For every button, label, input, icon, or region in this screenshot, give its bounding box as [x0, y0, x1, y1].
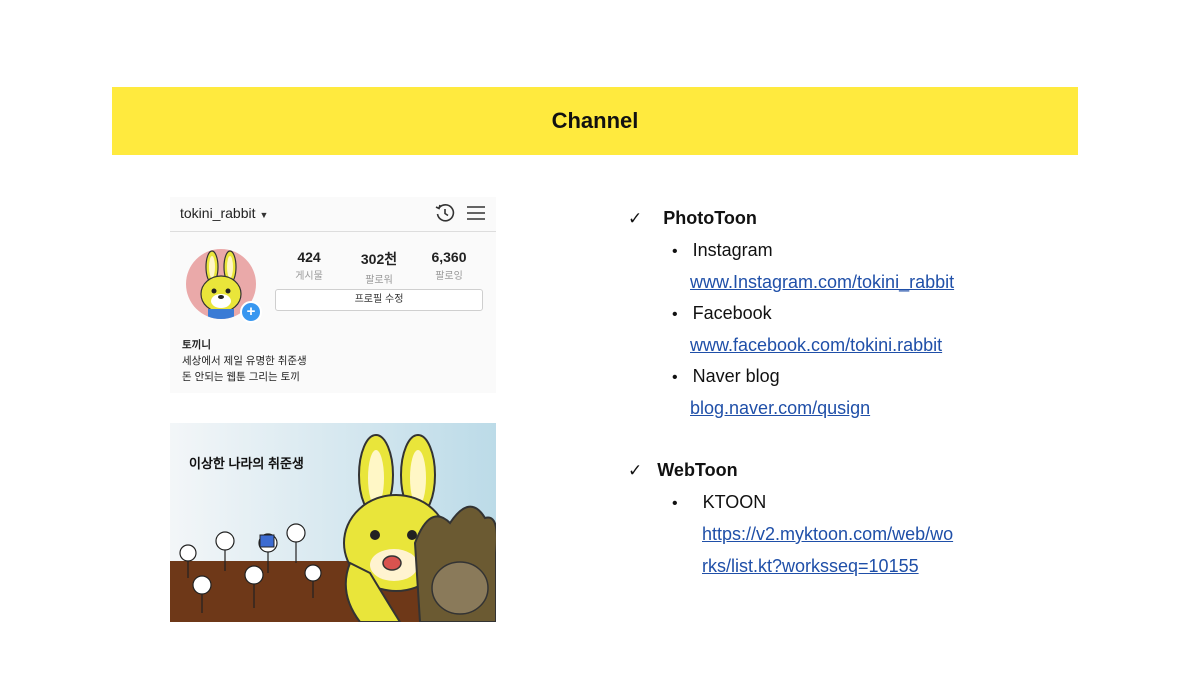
edit-profile-button[interactable]: 프로필 수정	[275, 289, 483, 311]
webtoon-heading: WebToon	[657, 460, 738, 480]
history-icon[interactable]	[434, 202, 456, 224]
facebook-label: Facebook	[692, 303, 772, 323]
bullet-icon: •	[672, 306, 678, 323]
webtoon-cover-image: 이상한 나라의 취준생	[170, 423, 496, 622]
bullet-icon: •	[672, 369, 678, 386]
phototoon-heading: PhotoToon	[663, 208, 757, 228]
list-item-facebook: • Facebook	[672, 303, 772, 324]
ktoon-label: KTOON	[702, 492, 767, 512]
following-stat[interactable]: 6,360 팔로잉	[414, 249, 484, 282]
bio-line-2: 돈 안되는 웹툰 그리는 토끼	[182, 371, 300, 383]
list-item-naver-blog: • Naver blog	[672, 366, 780, 387]
followers-count: 302천	[360, 251, 398, 267]
comic-title: 이상한 나라의 취준생	[189, 456, 304, 471]
check-icon: ✓	[628, 209, 643, 229]
bullet-icon: •	[672, 243, 678, 260]
facebook-link[interactable]: www.facebook.com/tokini.rabbit	[690, 335, 942, 356]
profile-bio: 토끼니 세상에서 제일 유명한 취준생 돈 안되는 웹툰 그리는 토끼	[182, 337, 307, 385]
ktoon-link-line-1[interactable]: https://v2.myktoon.com/web/wo	[702, 524, 953, 545]
chevron-down-icon: ▼	[259, 210, 269, 220]
webtoon-heading-row: ✓ WebToon	[628, 460, 738, 481]
posts-count: 424	[297, 249, 321, 265]
bio-line-1: 세상에서 제일 유명한 취준생	[182, 355, 307, 367]
followers-stat[interactable]: 302천 팔로워	[344, 249, 414, 286]
instagram-link[interactable]: www.Instagram.com/tokini_rabbit	[690, 272, 954, 293]
following-count: 6,360	[431, 249, 467, 265]
instagram-header: tokini_rabbit ▼	[170, 197, 496, 232]
instagram-profile-card: tokini_rabbit ▼ + 424 게시물 302천 팔로워 6,360…	[170, 197, 496, 393]
posts-label: 게시물	[295, 271, 323, 282]
instagram-label: Instagram	[692, 240, 773, 260]
avatar[interactable]: +	[186, 249, 262, 323]
naver-blog-link[interactable]: blog.naver.com/qusign	[690, 398, 870, 419]
list-item-ktoon: • KTOON	[672, 492, 766, 513]
posts-stat[interactable]: 424 게시물	[274, 249, 344, 282]
instagram-username[interactable]: tokini_rabbit ▼	[180, 205, 268, 221]
plus-icon[interactable]: +	[240, 301, 262, 323]
ktoon-link-line-2[interactable]: rks/list.kt?worksseq=10155	[702, 556, 919, 577]
hamburger-menu-icon[interactable]	[466, 204, 486, 222]
phototoon-heading-row: ✓ PhotoToon	[628, 208, 757, 229]
check-icon: ✓	[628, 461, 643, 481]
list-item-instagram: • Instagram	[672, 240, 773, 261]
followers-label: 팔로워	[365, 275, 393, 286]
channel-list: ✓ PhotoToon • Instagram www.Instagram.co…	[626, 0, 1146, 675]
following-label: 팔로잉	[435, 271, 463, 282]
naver-blog-label: Naver blog	[692, 366, 780, 386]
instagram-username-text: tokini_rabbit	[180, 205, 256, 221]
bullet-icon: •	[672, 495, 678, 512]
profile-name: 토끼니	[182, 339, 211, 351]
